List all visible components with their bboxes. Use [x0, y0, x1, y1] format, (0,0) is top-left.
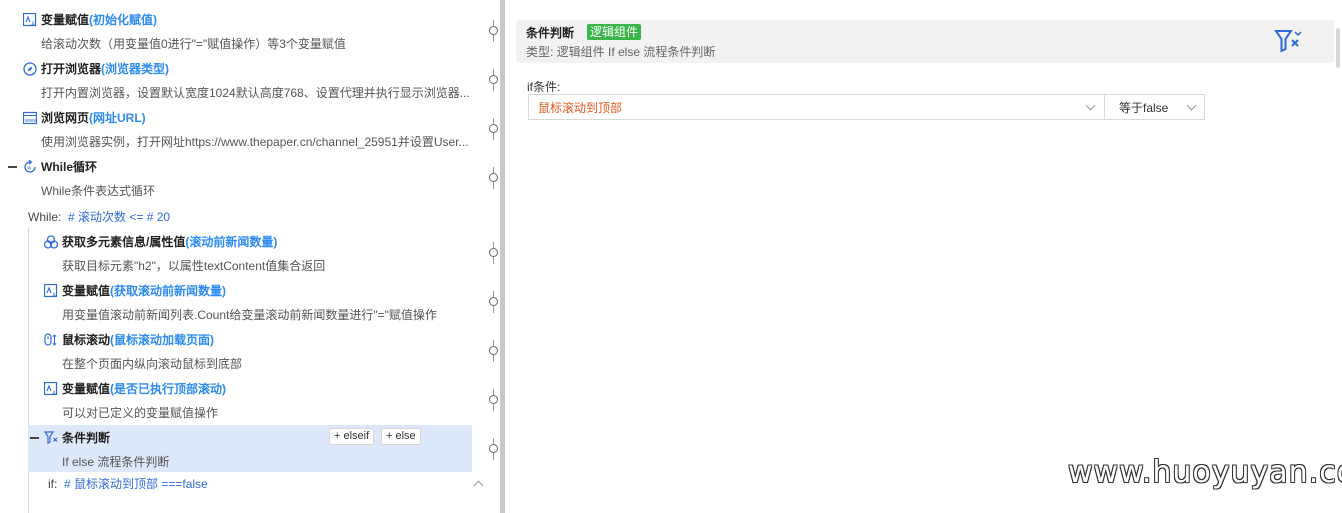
variable-assign-icon: A	[43, 381, 58, 397]
variable-assign-icon: A	[43, 283, 58, 299]
connector-port[interactable]	[489, 444, 498, 453]
component-header: 条件判断 逻辑组件 类型: 逻辑组件 If else 流程条件判断	[516, 20, 1334, 63]
connector-port[interactable]	[489, 26, 498, 35]
step-description: 使用浏览器实例，打开网址https://www.thepaper.cn/chan…	[41, 135, 469, 149]
step-title[interactable]: 浏览网页(网址URL)	[41, 110, 146, 126]
compass-icon	[23, 62, 37, 76]
svg-text:w: w	[27, 166, 31, 172]
svg-text:A: A	[31, 22, 35, 28]
connector-port[interactable]	[489, 173, 498, 182]
watermark-text: www.huoyuyan.com	[1068, 455, 1342, 490]
step-description: 用变量值滚动前新闻列表.Count给变量滚动前新闻数量进行"="赋值操作	[62, 308, 437, 322]
multi-element-icon	[43, 235, 59, 249]
connector-port[interactable]	[489, 297, 498, 306]
step-title[interactable]: 鼠标滚动(鼠标滚动加载页面)	[62, 332, 214, 348]
web-page-icon: www	[22, 111, 37, 125]
filter-condition-icon	[43, 431, 58, 445]
panel-splitter[interactable]	[500, 0, 505, 513]
chevron-up-icon[interactable]	[473, 480, 484, 491]
step-title[interactable]: 变量赋值(是否已执行顶部滚动)	[62, 381, 226, 397]
if-condition-label: if条件:	[527, 80, 561, 94]
svg-text:www: www	[25, 118, 37, 124]
collapse-toggle[interactable]	[8, 166, 17, 168]
detail-panel: 条件判断 逻辑组件 类型: 逻辑组件 If else 流程条件判断 if条件: …	[507, 0, 1342, 513]
variable-assign-icon: A	[22, 12, 37, 28]
filter-condition-icon	[1274, 29, 1306, 53]
component-title: 条件判断	[526, 26, 575, 40]
add-elseif-button[interactable]: + elseif	[329, 428, 375, 445]
connector-port[interactable]	[489, 248, 498, 257]
chevron-down-icon	[1085, 100, 1096, 111]
add-else-button[interactable]: + else	[381, 428, 421, 445]
flow-step-list: A 变量赋值(初始化赋值) 给滚动次数（用变量值0进行"="赋值操作）等3个变量…	[0, 0, 500, 513]
mouse-scroll-icon	[44, 333, 58, 347]
step-description: 打开内置浏览器，设置默认宽度1024默认高度768、设置代理并执行显示浏览器..…	[41, 86, 470, 100]
while-condition[interactable]: While: # 滚动次数 <= # 20	[28, 209, 170, 225]
connector-port[interactable]	[489, 346, 498, 355]
connector-port[interactable]	[489, 124, 498, 133]
step-title[interactable]: 变量赋值(初始化赋值)	[41, 12, 157, 28]
compare-select[interactable]: 等于false	[1104, 94, 1205, 120]
condition-select[interactable]: 鼠标滚动到顶部	[528, 94, 1105, 120]
step-description: 给滚动次数（用变量值0进行"="赋值操作）等3个变量赋值	[41, 37, 346, 51]
loop-icon: w	[23, 159, 37, 174]
step-title[interactable]: 打开浏览器(浏览器类型)	[41, 61, 169, 77]
condition-value: 鼠标滚动到顶部	[538, 101, 623, 115]
step-description: 在整个页面内纵向滚动鼠标到底部	[62, 357, 243, 371]
scrollbar[interactable]	[1336, 28, 1340, 68]
collapse-toggle[interactable]	[30, 437, 39, 439]
step-title[interactable]: 变量赋值(获取滚动前新闻数量)	[62, 283, 226, 299]
compare-value: 等于false	[1119, 101, 1169, 115]
step-title[interactable]: 条件判断	[62, 430, 110, 446]
step-description: If else 流程条件判断	[62, 455, 170, 469]
if-condition[interactable]: if: # 鼠标滚动到顶部 ===false	[48, 476, 208, 492]
step-description: 可以对已定义的变量赋值操作	[62, 406, 219, 420]
svg-text:A: A	[52, 391, 56, 397]
step-title[interactable]: While循环	[41, 159, 97, 175]
step-description: 获取目标元素"h2"，以属性textContent值集合返回	[62, 259, 326, 273]
connector-port[interactable]	[489, 75, 498, 84]
component-type-badge: 逻辑组件	[587, 24, 642, 40]
component-type-line: 类型: 逻辑组件 If else 流程条件判断	[526, 45, 716, 59]
svg-text:A: A	[52, 293, 56, 299]
connector-port[interactable]	[489, 395, 498, 404]
step-description: While条件表达式循环	[41, 184, 156, 198]
chevron-down-icon	[1186, 100, 1197, 111]
step-title[interactable]: 获取多元素信息/属性值(滚动前新闻数量)	[62, 234, 277, 250]
